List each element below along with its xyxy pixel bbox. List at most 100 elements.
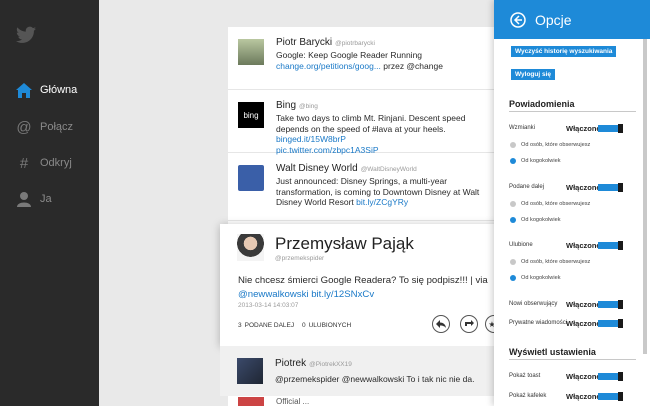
tweet-handle: @bing xyxy=(299,103,318,110)
divider xyxy=(509,111,636,112)
toggle-new-followers[interactable] xyxy=(598,300,623,309)
favorite-count: 0 xyxy=(301,322,306,329)
tweet-author: Piotrek xyxy=(275,358,307,369)
nav-item-label: Połącz xyxy=(40,121,74,133)
tweet-link[interactable]: bit.ly/12SNxCv xyxy=(311,289,374,300)
toggle-show-toast[interactable] xyxy=(598,372,623,381)
radio-retweets-following[interactable]: Od osób, które obserwujesz xyxy=(510,201,590,207)
tweet-mention[interactable]: @newwalkowski xyxy=(238,289,309,300)
notifications-heading: Powiadomienia xyxy=(509,99,575,109)
tweet-link[interactable]: change.org/petitions/goog... xyxy=(276,61,381,71)
avatar xyxy=(237,234,264,261)
reply-tweet[interactable]: Piotrek @PiotrekXX19 @przemekspider @neww… xyxy=(220,346,498,396)
nav-item-label: Główna xyxy=(40,84,78,96)
tweet-text: Take two days to climb Mt. Rinjani. Desc… xyxy=(276,113,488,155)
hash-icon: # xyxy=(19,154,29,172)
tweet-handle: @piotrbarycki xyxy=(335,40,375,47)
toggle-show-tile[interactable] xyxy=(598,392,623,401)
favorite-label: ULUBIONYCH xyxy=(308,322,352,329)
twitter-bird-icon xyxy=(16,26,36,43)
retweet-button[interactable] xyxy=(460,315,478,333)
setting-state: Włączone xyxy=(566,183,601,192)
radio-mentions-anyone[interactable]: Od kogokolwiek xyxy=(510,158,561,164)
bing-logo: bing xyxy=(238,102,264,128)
nav-item-label: Ja xyxy=(40,193,52,205)
setting-label: Prywatne wiadomości xyxy=(509,320,568,326)
radio-label: Od kogokolwiek xyxy=(521,275,561,281)
radio-mentions-following[interactable]: Od osób, które obserwujesz xyxy=(510,142,590,148)
radio-favorites-following[interactable]: Od osób, które obserwujesz xyxy=(510,259,590,265)
tweet-detail-card: Przemysław Pająk @przemekspider Nie chce… xyxy=(220,224,498,346)
avatar xyxy=(237,358,263,384)
tweet-stats: 3 PODANE DALEJ 0 ULUBIONYCH xyxy=(238,322,354,329)
setting-label: Pokaż kafelek xyxy=(509,393,547,399)
radio-retweets-anyone[interactable]: Od kogokolwiek xyxy=(510,217,561,223)
setting-state: Włączone xyxy=(566,241,601,250)
setting-label: Podane dalej xyxy=(509,184,545,190)
tweet-text: Just announced: Disney Springs, a multi-… xyxy=(276,176,488,208)
tweet-text: Official ... xyxy=(276,397,310,406)
home-icon xyxy=(16,82,32,98)
avatar xyxy=(238,397,264,406)
setting-label: Wzmianki xyxy=(509,125,536,131)
reply-icon xyxy=(436,320,446,328)
tweet-body: Google: Keep Google Reader Running xyxy=(276,50,423,60)
retweet-count: 3 xyxy=(238,322,242,329)
toggle-favorites[interactable] xyxy=(598,241,623,250)
radio-label: Od osób, które obserwujesz xyxy=(521,201,591,207)
setting-label: Ulubione xyxy=(509,242,533,248)
tweet-text: @przemekspider @newwalkowski To i tak ni… xyxy=(275,374,475,384)
radio-label: Od osób, które obserwujesz xyxy=(521,142,591,148)
disney-logo xyxy=(238,165,264,191)
radio-favorites-anyone[interactable]: Od kogokolwiek xyxy=(510,275,561,281)
nav-item-discover[interactable]: # Odkryj xyxy=(16,153,96,173)
options-pane: Opcje Wyczyść historię wyszukiwania Wylo… xyxy=(494,0,650,406)
tweet-author: Bing xyxy=(276,100,297,111)
tweet-suffix: przez @change xyxy=(380,60,443,71)
tweet-handle: @WaltDisneyWorld xyxy=(360,166,417,173)
tweet-author: Walt Disney World xyxy=(276,163,358,174)
person-icon xyxy=(16,191,32,207)
options-title: Opcje xyxy=(535,11,572,28)
radio-label: Od osób, które obserwujesz xyxy=(521,259,591,265)
options-header: Opcje xyxy=(494,0,650,39)
retweet-label: PODANE DALEJ xyxy=(244,322,295,329)
tweet-link[interactable]: binged.it/15W8brP xyxy=(276,134,346,144)
setting-label: Pokaż toast xyxy=(509,373,541,379)
nav-item-me[interactable]: Ja xyxy=(16,189,96,209)
tweet-date: 2013-03-14 14:03:07 xyxy=(238,302,299,309)
tweet-author: Piotr Barycki xyxy=(276,37,333,48)
tweet-item[interactable]: bing Bing @bing Take two days to climb Mt… xyxy=(228,90,498,155)
app-nav: Główna @ Połącz # Odkryj Ja xyxy=(0,0,99,406)
tweet-body: Take two days to climb Mt. Rinjani. Desc… xyxy=(276,113,466,134)
logout-button[interactable]: Wyloguj się xyxy=(511,69,555,80)
tweet-text: Google: Keep Google Reader Running chang… xyxy=(276,50,488,71)
setting-label: Nowi obserwujący xyxy=(509,301,558,307)
tweet-link[interactable]: bit.ly/ZCgYRy xyxy=(356,197,408,207)
avatar xyxy=(238,39,264,65)
clear-history-button[interactable]: Wyczyść historię wyszukiwania xyxy=(511,46,617,57)
tweet-text: Nie chcesz śmierci Google Readera? To si… xyxy=(238,274,493,302)
nav-item-connect[interactable]: @ Połącz xyxy=(16,117,96,137)
toggle-retweets[interactable] xyxy=(598,183,623,192)
setting-state: Włączone xyxy=(566,392,601,401)
at-icon: @ xyxy=(16,118,32,136)
retweet-icon xyxy=(465,320,474,326)
back-arrow-icon[interactable] xyxy=(510,11,526,28)
tweet-item[interactable]: Walt Disney World @WaltDisneyWorld Just a… xyxy=(228,153,498,221)
tweet-author: Przemysław Pająk xyxy=(275,234,414,253)
scrollbar[interactable] xyxy=(643,39,647,354)
setting-state: Włączone xyxy=(566,319,601,328)
radio-label: Od kogokolwiek xyxy=(521,217,561,223)
toggle-direct-messages[interactable] xyxy=(598,319,623,328)
nav-item-home[interactable]: Główna xyxy=(16,80,96,100)
toggle-mentions[interactable] xyxy=(598,124,623,133)
nav-item-label: Odkryj xyxy=(40,157,72,169)
reply-button[interactable] xyxy=(432,315,450,333)
tweet-handle: @przemekspider xyxy=(275,255,325,262)
tweet-item-partial[interactable]: Official ... xyxy=(228,396,498,406)
tweet-handle: @PiotrekXX19 xyxy=(309,361,352,368)
tweet-item[interactable]: Piotr Barycki @piotrbarycki Google: Keep … xyxy=(228,27,498,90)
setting-state: Włączone xyxy=(566,300,601,309)
divider xyxy=(509,359,636,360)
